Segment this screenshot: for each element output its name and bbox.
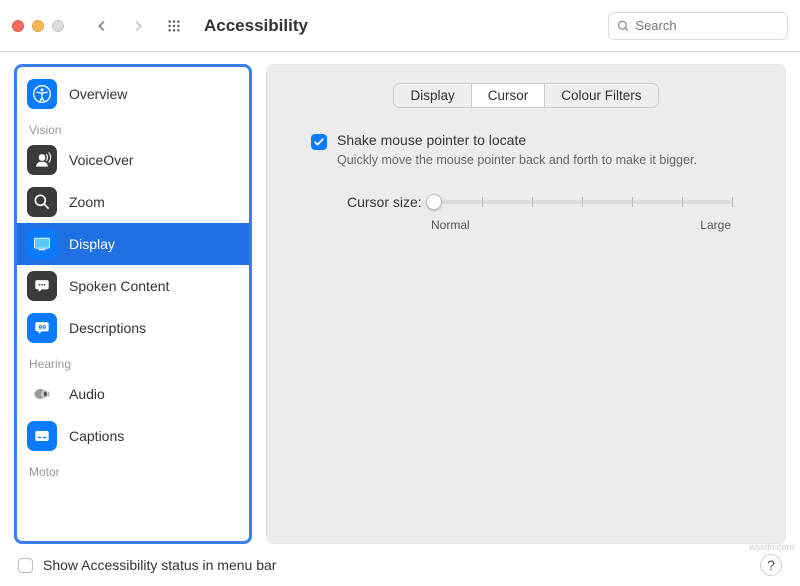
sidebar-item-label: Zoom [69,194,105,210]
cursor-size-row: Cursor size: [347,190,761,214]
shake-pointer-checkbox[interactable] [311,134,327,150]
display-icon [27,229,57,259]
show-status-checkbox[interactable] [18,558,33,573]
check-icon [313,136,325,148]
zoom-window-button[interactable] [52,20,64,32]
descriptions-icon: 99 [27,313,57,343]
tab-display[interactable]: Display [394,84,471,107]
back-button[interactable] [88,12,116,40]
sidebar-item-label: Descriptions [69,320,146,336]
sidebar-item-spoken-content[interactable]: Spoken Content [17,265,249,307]
tab-colour-filters[interactable]: Colour Filters [545,84,657,107]
titlebar: Accessibility [0,0,800,52]
sidebar-item-label: VoiceOver [69,152,134,168]
search-field[interactable] [608,12,788,40]
show-all-button[interactable] [160,12,188,40]
voiceover-icon [27,145,57,175]
sidebar-item-label: Captions [69,428,124,444]
sidebar-item-label: Spoken Content [69,278,169,294]
sidebar-category-hearing: Hearing [17,349,249,373]
sidebar-item-display[interactable]: Display [17,223,249,265]
shake-pointer-label: Shake mouse pointer to locate [337,132,697,148]
tab-bar: Display Cursor Colour Filters [291,83,761,108]
sidebar-item-overview[interactable]: Overview [17,73,249,115]
slider-knob[interactable] [426,194,442,210]
sidebar: Overview Vision VoiceOver Zoom Display [14,64,252,544]
close-window-button[interactable] [12,20,24,32]
help-button[interactable]: ? [760,554,782,576]
accessibility-icon [27,79,57,109]
sidebar-item-voiceover[interactable]: VoiceOver [17,139,249,181]
sidebar-item-label: Display [69,236,115,252]
shake-pointer-row: Shake mouse pointer to locate Quickly mo… [311,132,761,170]
sidebar-item-label: Overview [69,86,127,102]
footer: Show Accessibility status in menu bar ? [0,544,800,586]
svg-text:99: 99 [39,324,47,331]
shake-pointer-description: Quickly move the mouse pointer back and … [337,152,697,170]
zoom-icon [27,187,57,217]
sidebar-item-descriptions[interactable]: 99 Descriptions [17,307,249,349]
cursor-size-label: Cursor size: [347,194,422,210]
spoken-content-icon [27,271,57,301]
forward-button[interactable] [124,12,152,40]
window-controls [12,20,64,32]
tab-cursor[interactable]: Cursor [472,84,546,107]
sidebar-category-motor: Motor [17,457,249,481]
show-status-label: Show Accessibility status in menu bar [43,557,750,573]
minimize-window-button[interactable] [32,20,44,32]
sidebar-item-audio[interactable]: Audio [17,373,249,415]
cursor-size-range-labels: Normal Large [431,218,731,232]
cursor-size-min-label: Normal [431,218,470,232]
cursor-size-slider[interactable] [432,190,732,214]
audio-icon [27,379,57,409]
main-panel: Display Cursor Colour Filters Shake mous… [266,64,786,544]
sidebar-category-vision: Vision [17,115,249,139]
sidebar-item-captions[interactable]: Captions [17,415,249,457]
sidebar-item-label: Audio [69,386,105,402]
search-input[interactable] [635,18,779,33]
cursor-size-max-label: Large [700,218,731,232]
search-icon [617,19,629,33]
page-title: Accessibility [204,16,308,36]
watermark: wsxdn.com [749,542,794,552]
sidebar-item-zoom[interactable]: Zoom [17,181,249,223]
captions-icon [27,421,57,451]
